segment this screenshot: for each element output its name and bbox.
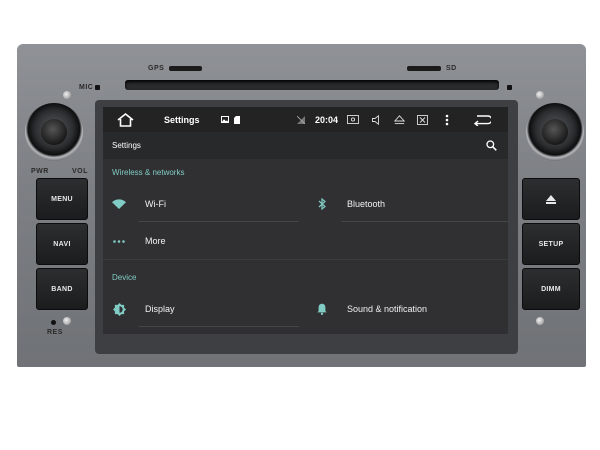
sound-label: Sound & notification	[347, 304, 428, 314]
clock: 20:04	[315, 114, 339, 125]
more-label: More	[145, 236, 166, 246]
vertical-dots-icon	[445, 114, 449, 125]
sd-label: SD	[446, 65, 457, 72]
divider	[341, 221, 508, 222]
home-icon	[117, 112, 134, 127]
navi-button[interactable]: NAVI	[36, 223, 88, 265]
display-label: Display	[145, 304, 175, 314]
band-button[interactable]: BAND	[36, 268, 88, 310]
disc-slot	[125, 80, 499, 90]
no-signal-icon	[297, 107, 305, 132]
home-button[interactable]	[117, 107, 134, 132]
pwr-label: PWR	[31, 168, 49, 175]
section-title-wireless: Wireless & networks	[112, 168, 185, 177]
section-title-device: Device	[112, 273, 137, 282]
toolbar-title: Settings	[112, 141, 141, 150]
search-icon	[485, 139, 497, 151]
divider	[139, 326, 299, 327]
statusbar-title: Settings	[164, 114, 200, 125]
android-screen: Settings 20:04 Settings Wireless & netwo…	[103, 107, 508, 334]
mic-hole	[95, 85, 100, 90]
settings-toolbar: Settings	[103, 132, 508, 159]
eject-icon	[546, 194, 556, 204]
gps-label: GPS	[148, 65, 165, 72]
power-volume-knob[interactable]	[25, 103, 83, 161]
settings-item-bluetooth[interactable]: Bluetooth	[305, 188, 508, 220]
status-bar: Settings 20:04	[103, 107, 508, 132]
gps-card-slot	[169, 66, 202, 71]
wifi-icon	[112, 198, 126, 210]
sd-notification-icon	[234, 107, 240, 132]
section-divider	[103, 259, 508, 260]
settings-item-display[interactable]: Display	[103, 293, 303, 325]
res-label: RES	[47, 329, 63, 336]
mic-label: MIC	[79, 84, 94, 91]
screw-top-left	[63, 91, 71, 99]
settings-item-wifi[interactable]: Wi-Fi	[103, 188, 303, 220]
bell-icon	[316, 302, 328, 316]
wifi-label: Wi-Fi	[145, 199, 166, 209]
overflow-menu-button[interactable]	[445, 107, 449, 132]
eject-button[interactable]	[522, 178, 580, 220]
brightness-icon	[112, 302, 126, 316]
image-notification-icon	[221, 107, 229, 132]
menu-button[interactable]: MENU	[36, 178, 88, 220]
eject-outline-icon	[394, 114, 405, 124]
vol-label: VOL	[72, 168, 88, 175]
divider	[139, 221, 299, 222]
volume-button[interactable]	[372, 107, 380, 132]
sd-card-slot	[407, 66, 441, 71]
screw-top-right	[536, 91, 544, 99]
bluetooth-icon	[317, 198, 327, 210]
screw-bottom-left	[63, 317, 71, 325]
indicator-hole	[507, 85, 512, 90]
close-box-icon	[417, 114, 428, 125]
more-dots-icon	[112, 238, 126, 244]
close-window-button[interactable]	[417, 107, 428, 132]
search-button[interactable]	[485, 139, 497, 151]
settings-item-more[interactable]: More	[103, 225, 303, 257]
dimm-button[interactable]: DIMM	[522, 268, 580, 310]
screenshot-button[interactable]	[347, 107, 359, 132]
settings-item-sound[interactable]: Sound & notification	[305, 293, 508, 325]
setup-button[interactable]: SETUP	[522, 223, 580, 265]
speaker-icon	[372, 114, 379, 125]
screw-bottom-right	[536, 317, 544, 325]
reset-hole[interactable]	[51, 320, 56, 325]
eject-screen-button[interactable]	[394, 107, 405, 132]
screenshot-icon	[347, 115, 359, 124]
back-button[interactable]	[473, 107, 491, 132]
tuning-knob[interactable]	[526, 103, 584, 161]
bluetooth-label: Bluetooth	[347, 199, 386, 209]
back-arrow-icon	[473, 114, 491, 126]
